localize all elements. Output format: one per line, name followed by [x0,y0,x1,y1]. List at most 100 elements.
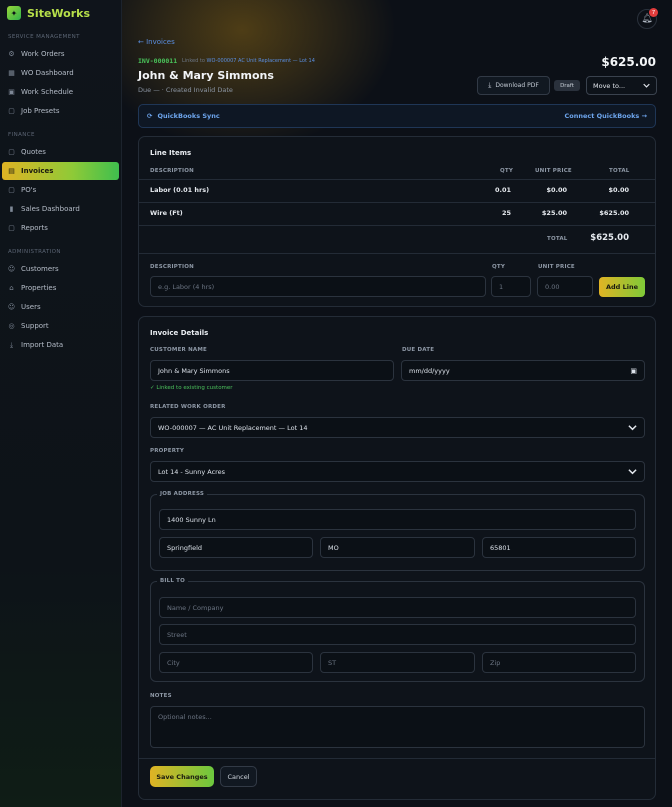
new-line-unit-price-label: UNIT PRICE [538,264,575,270]
sidebar-item-label: Properties [21,284,57,292]
nav-section-finance: FINANCE [8,132,35,138]
calendar-icon: ▣ [8,87,15,96]
divider [139,179,655,180]
due-date-field[interactable]: mm/dd/yyyy ▣ [401,360,645,381]
new-line-unit-price-input[interactable]: 0.00 [537,276,593,297]
work-order-select[interactable]: WO-000007 — AC Unit Replacement — Lot 14 [150,417,645,438]
job-address-state[interactable]: MO [320,537,475,558]
sidebar-item-label: Quotes [21,148,46,156]
row-unit-price: $25.00 [541,209,567,217]
job-address-street[interactable]: 1400 Sunny Ln [159,509,636,530]
property-label: PROPERTY [150,448,185,454]
page-title: John & Mary Simmons [138,69,274,82]
row-description: Wire (Ft) [150,209,183,217]
due-date-label: DUE DATE [402,347,435,353]
sidebar-item-label: PO's [21,186,37,194]
due-date-placeholder: mm/dd/yyyy [409,366,450,375]
sidebar-item-label: Sales Dashboard [21,205,80,213]
bill-to-city-input[interactable]: City [159,652,313,673]
document-icon: ▢ [8,185,15,194]
sidebar-item-work-schedule[interactable]: ▣ Work Schedule [2,83,119,101]
quickbooks-sync-label: QuickBooks Sync [157,112,220,120]
notification-count-badge: 7 [649,8,658,17]
sidebar: ✦ SiteWorks SERVICE MANAGEMENT ⚙ Work Or… [0,0,122,807]
brand[interactable]: ✦ SiteWorks [0,0,121,26]
nav-section-administration: ADMINISTRATION [8,249,61,255]
invoice-total-amount: $625.00 [601,55,656,69]
sidebar-item-label: Job Presets [21,107,60,115]
back-to-invoices-link[interactable]: ← Invoices [138,38,175,46]
sidebar-item-work-orders[interactable]: ⚙ Work Orders [2,45,119,63]
line-items-card: Line Items DESCRIPTION QTY UNIT PRICE TO… [138,136,656,307]
chevron-down-icon [628,469,637,475]
sidebar-item-quotes[interactable]: ▢ Quotes [2,143,119,161]
column-header-unit-price: UNIT PRICE [535,168,572,174]
add-line-button[interactable]: Add Line [599,277,645,297]
quickbooks-sync-title: ⟳ QuickBooks Sync [147,112,220,120]
bill-to-zip-input[interactable]: Zip [482,652,636,673]
sidebar-item-label: Import Data [21,341,64,349]
column-header-description: DESCRIPTION [150,168,194,174]
sync-icon: ⟳ [147,112,153,120]
sidebar-item-support[interactable]: ◎ Support [2,317,119,335]
sidebar-item-properties[interactable]: ⌂ Properties [2,279,119,297]
sidebar-item-customers[interactable]: ☺ Customers [2,260,119,278]
users-icon: ☺ [7,264,16,273]
sidebar-item-import-data[interactable]: ⤓ Import Data [2,336,119,354]
new-line-qty-label: QTY [492,264,506,270]
line-items-total: $625.00 [590,233,629,243]
notes-textarea[interactable]: Optional notes... [150,706,645,748]
row-qty: 25 [501,209,511,217]
connect-quickbooks-link[interactable]: Connect QuickBooks → [565,112,647,120]
bill-to-name-input[interactable]: Name / Company [159,597,636,618]
download-pdf-button[interactable]: ⤓ Download PDF [477,76,550,95]
chevron-down-icon [628,425,637,431]
bill-to-state-input[interactable]: ST [320,652,475,673]
job-address-city[interactable]: Springfield [159,537,313,558]
grid-icon: ▦ [8,68,15,77]
sidebar-item-job-presets[interactable]: ▢ Job Presets [2,102,119,120]
sidebar-item-label: Work Schedule [21,88,74,96]
download-icon: ⤓ [9,340,14,349]
work-order-label: RELATED WORK ORDER [150,404,226,410]
new-line-description-label: DESCRIPTION [150,264,194,270]
save-changes-button[interactable]: Save Changes [150,766,214,787]
row-total: $625.00 [599,209,629,217]
home-icon: ⌂ [9,283,14,292]
wrench-icon: ⚙ [8,49,15,58]
work-order-value: WO-000007 — AC Unit Replacement — Lot 14 [158,423,308,432]
brand-name: SiteWorks [27,6,90,20]
sidebar-item-wo-dashboard[interactable]: ▦ WO Dashboard [2,64,119,82]
move-to-select[interactable]: Move to... [586,76,657,95]
linked-work-order-link[interactable]: WO-000007 AC Unit Replacement — Lot 14 [207,58,315,64]
sidebar-item-sales-dashboard[interactable]: ▮ Sales Dashboard [2,200,119,218]
document-icon: ▢ [8,147,15,156]
cancel-button[interactable]: Cancel [220,766,257,787]
notes-label: NOTES [150,693,172,699]
bill-to-street-input[interactable]: Street [159,624,636,645]
property-value: Lot 14 - Sunny Acres [158,467,226,476]
divider [139,202,655,203]
sidebar-item-invoices[interactable]: ▤ Invoices [2,162,119,180]
lifebuoy-icon: ◎ [8,321,15,330]
divider [139,758,655,759]
new-line-description-input[interactable]: e.g. Labor (4 hrs) [150,276,486,297]
document-icon: ▢ [8,106,15,115]
job-address-zip[interactable]: 65801 [482,537,636,558]
user-icon: ☺ [7,302,16,311]
job-address-legend: JOB ADDRESS [157,491,208,497]
brand-logo-icon: ✦ [7,6,21,20]
property-select[interactable]: Lot 14 - Sunny Acres [150,461,645,482]
invoice-details-card: Invoice Details CUSTOMER NAME John & Mar… [138,316,656,800]
customer-name-field[interactable]: John & Mary Simmons [150,360,394,381]
total-label: TOTAL [547,236,568,242]
nav-section-service: SERVICE MANAGEMENT [8,34,80,40]
bill-to-legend: BILL TO [157,578,188,584]
line-items-title: Line Items [150,149,192,157]
sidebar-item-users[interactable]: ☺ Users [2,298,119,316]
row-total: $0.00 [608,186,629,194]
sidebar-item-reports[interactable]: ▢ Reports [2,219,119,237]
chevron-down-icon [643,83,650,88]
new-line-qty-input[interactable]: 1 [491,276,531,297]
sidebar-item-pos[interactable]: ▢ PO's [2,181,119,199]
